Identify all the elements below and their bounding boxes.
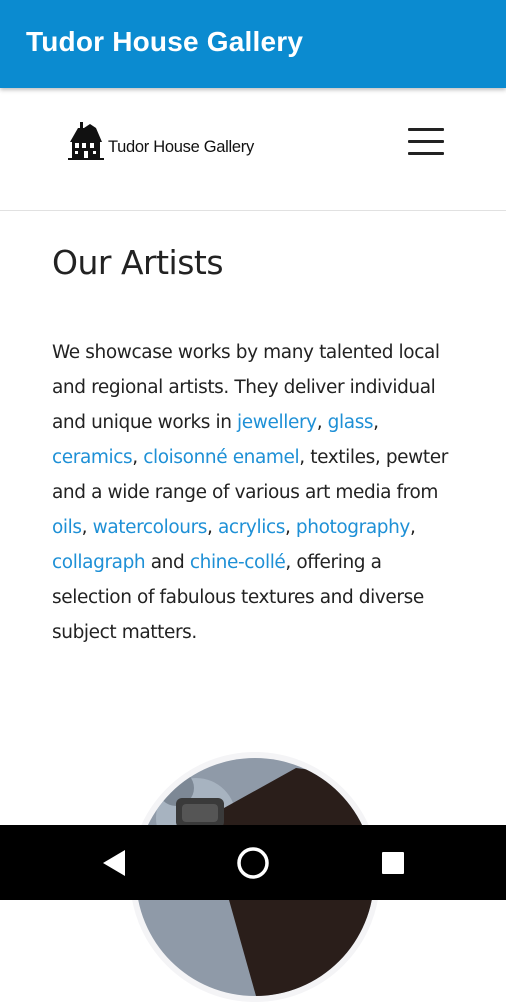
intro-text: , — [81, 517, 93, 538]
link-collagraph[interactable]: collagraph — [52, 552, 146, 573]
link-chine-colle[interactable]: chine-collé — [190, 552, 286, 573]
link-oils[interactable]: oils — [52, 517, 82, 538]
system-nav-bar — [0, 825, 506, 900]
intro-text: , — [316, 412, 323, 433]
intro-text: , — [207, 517, 218, 538]
logo-text: Tudor House Gallery — [108, 138, 254, 156]
intro-paragraph: We showcase works by many talented local… — [52, 335, 462, 650]
link-photography[interactable]: photography — [296, 517, 410, 538]
intro-text: and — [145, 552, 190, 573]
link-acrylics[interactable]: acrylics — [218, 517, 285, 538]
link-watercolours[interactable]: watercolours — [93, 517, 208, 538]
link-jewellery[interactable]: jewellery — [237, 412, 317, 433]
intro-text: , — [284, 517, 296, 538]
back-triangle-icon[interactable] — [73, 825, 153, 900]
home-circle-icon[interactable] — [213, 825, 293, 900]
link-glass[interactable]: glass — [328, 412, 374, 433]
app-title: Tudor House Gallery — [26, 26, 304, 57]
site-header: Tudor House Gallery — [0, 88, 506, 211]
app-bar: Tudor House Gallery — [0, 0, 506, 88]
hamburger-menu-icon[interactable] — [404, 128, 448, 156]
page-title: Our Artists — [52, 243, 224, 282]
intro-text: , — [373, 412, 379, 433]
site-logo[interactable]: Tudor House Gallery — [68, 122, 258, 162]
recent-apps-square-icon[interactable] — [353, 825, 433, 900]
intro-text: , — [409, 517, 416, 538]
link-ceramics[interactable]: ceramics — [52, 447, 133, 468]
house-logo-icon — [68, 122, 104, 160]
intro-text: , — [132, 447, 144, 468]
link-cloisonne-enamel[interactable]: cloisonné enamel — [143, 447, 299, 468]
